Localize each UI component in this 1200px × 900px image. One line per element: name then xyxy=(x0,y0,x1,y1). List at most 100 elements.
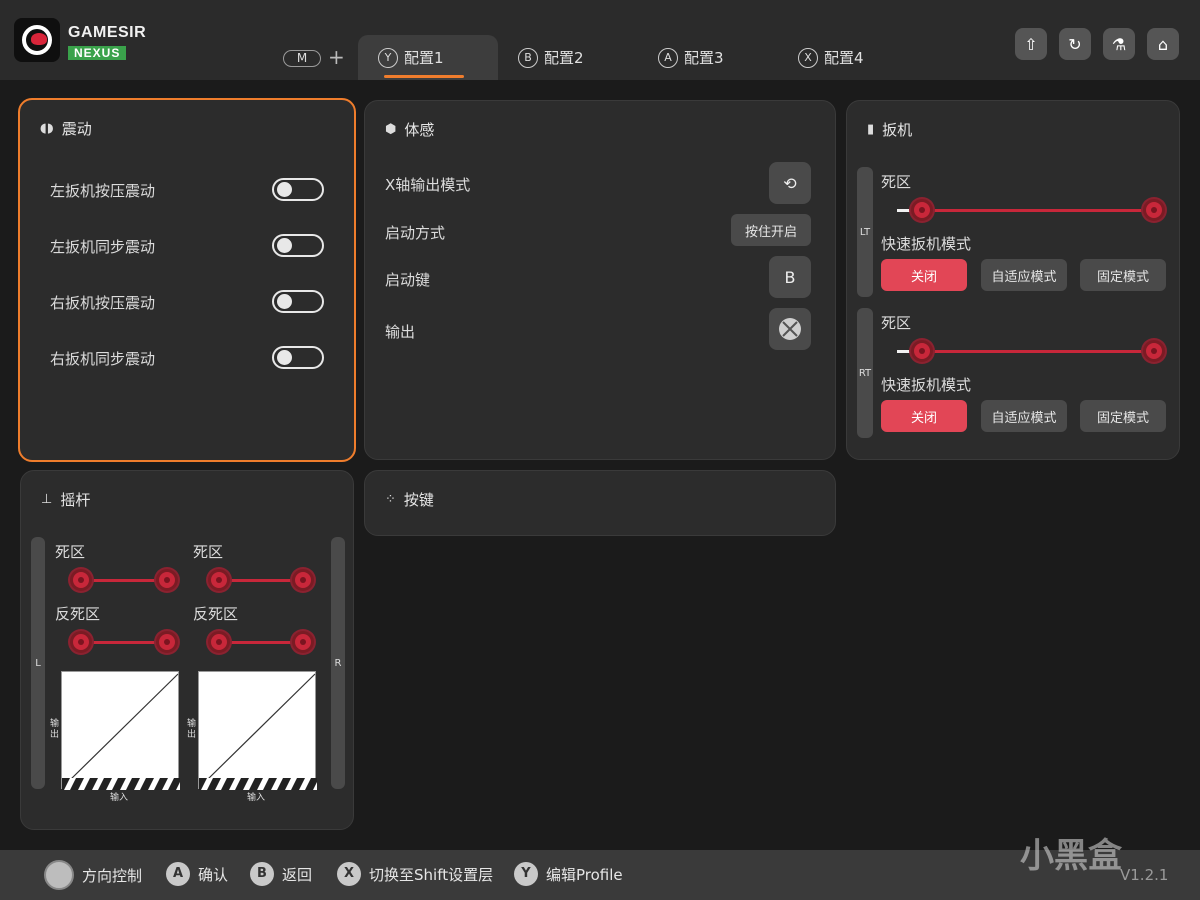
tab-profile-4[interactable]: X 配置4 xyxy=(778,35,918,80)
stick-panel[interactable]: ⊥ 摇杆 L R 死区 反死区 输出 输入 死区 反死区 输出 输入 xyxy=(20,470,354,830)
trigger-panel[interactable]: ▮ 扳机 LT 死区 快速扳机模式 关闭 自适应模式 固定模式 RT 死区 快速… xyxy=(846,100,1180,460)
refresh-icon: ↻ xyxy=(1068,34,1082,54)
b-key-icon: B xyxy=(250,862,274,886)
stick-output-icon xyxy=(779,318,801,340)
left-output-axis-label: 输出 xyxy=(50,719,60,740)
tab-label: 配置3 xyxy=(684,49,724,67)
lt-deadzone-label: 死区 xyxy=(881,173,912,191)
home-button[interactable]: ⌂ xyxy=(1147,28,1179,60)
rt-fast-off-button[interactable]: 关闭 xyxy=(881,400,967,432)
right-output-axis-label: 输出 xyxy=(187,719,197,740)
lt-fast-off-button[interactable]: 关闭 xyxy=(881,259,967,291)
dpad-icon xyxy=(44,860,74,890)
flask-icon: ⚗ xyxy=(1111,34,1127,54)
right-input-axis-label: 输入 xyxy=(247,793,266,803)
refresh-button[interactable]: ↻ xyxy=(1059,28,1091,60)
brand: GAMESIR NEXUS xyxy=(68,24,146,61)
rt-deadzone-min-handle[interactable] xyxy=(911,340,933,362)
rt-fast-fixed-button[interactable]: 固定模式 xyxy=(1080,400,1166,432)
left-deadzone-min-handle[interactable] xyxy=(70,569,92,591)
vibration-label: 右扳机按压震动 xyxy=(50,294,156,312)
lab-button[interactable]: ⚗ xyxy=(1103,28,1135,60)
watermark: 小黑盒 xyxy=(1020,836,1122,876)
hint-direction: 方向控制 xyxy=(44,860,142,890)
b-key-icon: B xyxy=(518,47,538,68)
tab-profile-1[interactable]: Y 配置1 xyxy=(358,35,498,80)
tab-profile-3[interactable]: A 配置3 xyxy=(638,35,778,80)
left-deadzone-track[interactable] xyxy=(81,579,167,582)
hint-back: B 返回 xyxy=(250,862,312,886)
left-antideadzone-max-handle[interactable] xyxy=(156,631,178,653)
right-antideadzone-max-handle[interactable] xyxy=(292,631,314,653)
dpad-icon: ⁘ xyxy=(385,492,396,507)
left-deadzone-max-handle[interactable] xyxy=(156,569,178,591)
rt-tag: RT xyxy=(857,308,873,438)
stick-title: ⊥ 摇杆 xyxy=(41,491,91,509)
motion-title: ⬢ 体感 xyxy=(385,121,435,139)
left-trigger-sync-toggle[interactable] xyxy=(272,234,324,257)
gamepad-icon: ◖◗ xyxy=(40,121,54,136)
rt-fast-adaptive-button[interactable]: 自适应模式 xyxy=(981,400,1067,432)
tab-label: 配置2 xyxy=(544,49,584,67)
vibration-label: 左扳机同步震动 xyxy=(50,238,156,256)
upload-button[interactable]: ⇧ xyxy=(1015,28,1047,60)
tab-label: 配置1 xyxy=(404,49,444,67)
left-response-curve[interactable] xyxy=(61,671,180,790)
rt-deadzone-track[interactable] xyxy=(923,350,1153,353)
motion-panel[interactable]: ⬢ 体感 X轴输出模式 ⟲ 启动方式 按住开启 启动键 B 输出 xyxy=(364,100,836,460)
upload-icon: ⇧ xyxy=(1024,34,1038,54)
lt-fast-fixed-button[interactable]: 固定模式 xyxy=(1080,259,1166,291)
start-mode-button[interactable]: 按住开启 xyxy=(731,214,811,246)
left-input-axis-label: 输入 xyxy=(110,793,129,803)
a-key-icon: A xyxy=(658,47,678,68)
version-label: V1.2.1 xyxy=(1120,866,1169,884)
tab-label: 配置4 xyxy=(824,49,864,67)
x-key-icon: X xyxy=(798,47,818,68)
y-key-icon: Y xyxy=(378,47,398,68)
output-button[interactable] xyxy=(769,308,811,350)
left-trigger-press-toggle[interactable] xyxy=(272,178,324,201)
y-key-icon: Y xyxy=(514,862,538,886)
lt-deadzone-track[interactable] xyxy=(923,209,1153,212)
lt-fast-trigger-label: 快速扳机模式 xyxy=(881,235,972,253)
steering-icon: ⟲ xyxy=(783,173,797,193)
right-trigger-press-toggle[interactable] xyxy=(272,290,324,313)
rt-fast-trigger-label: 快速扳机模式 xyxy=(881,376,972,394)
right-response-curve[interactable] xyxy=(198,671,317,790)
right-deadzone-min-handle[interactable] xyxy=(208,569,230,591)
left-stick-tag: L xyxy=(31,537,45,789)
vibration-panel[interactable]: ◖◗ 震动 左扳机按压震动 左扳机同步震动 右扳机按压震动 右扳机同步震动 xyxy=(18,98,356,462)
lt-deadzone-max-handle[interactable] xyxy=(1143,199,1165,221)
lt-deadzone-min-handle[interactable] xyxy=(911,199,933,221)
x-axis-mode-label: X轴输出模式 xyxy=(385,176,471,194)
home-icon: ⌂ xyxy=(1157,34,1169,54)
hint-shift-layer: X 切换至Shift设置层 xyxy=(337,862,493,886)
hint-confirm: A 确认 xyxy=(166,862,228,886)
output-label: 输出 xyxy=(385,323,416,341)
right-antideadzone-min-handle[interactable] xyxy=(208,631,230,653)
cube-icon: ⬢ xyxy=(385,122,397,137)
right-deadzone-max-handle[interactable] xyxy=(292,569,314,591)
add-profile-button[interactable]: + xyxy=(328,45,345,69)
start-key-button[interactable]: B xyxy=(769,256,811,298)
x-axis-mode-button[interactable]: ⟲ xyxy=(769,162,811,204)
rt-deadzone-max-handle[interactable] xyxy=(1143,340,1165,362)
buttons-panel[interactable]: ⁘ 按键 xyxy=(364,470,836,536)
start-mode-label: 启动方式 xyxy=(385,224,446,242)
buttons-title: ⁘ 按键 xyxy=(385,491,434,509)
vibration-title: ◖◗ 震动 xyxy=(40,120,92,138)
vibration-label: 右扳机同步震动 xyxy=(50,350,156,368)
lt-fast-adaptive-button[interactable]: 自适应模式 xyxy=(981,259,1067,291)
rt-deadzone-label: 死区 xyxy=(881,314,912,332)
left-antideadzone-track[interactable] xyxy=(81,641,167,644)
tab-profile-2[interactable]: B 配置2 xyxy=(498,35,638,80)
brand-name: GAMESIR xyxy=(68,24,147,41)
app-header: GAMESIR NEXUS M + Y 配置1 B 配置2 A 配置3 X 配置… xyxy=(0,0,1200,80)
gamesir-logo xyxy=(14,18,60,62)
right-stick-tag: R xyxy=(331,537,345,789)
left-antideadzone-min-handle[interactable] xyxy=(70,631,92,653)
vibration-label: 左扳机按压震动 xyxy=(50,182,156,200)
a-key-icon: A xyxy=(166,862,190,886)
m-profile-button[interactable]: M xyxy=(283,50,321,67)
right-trigger-sync-toggle[interactable] xyxy=(272,346,324,369)
